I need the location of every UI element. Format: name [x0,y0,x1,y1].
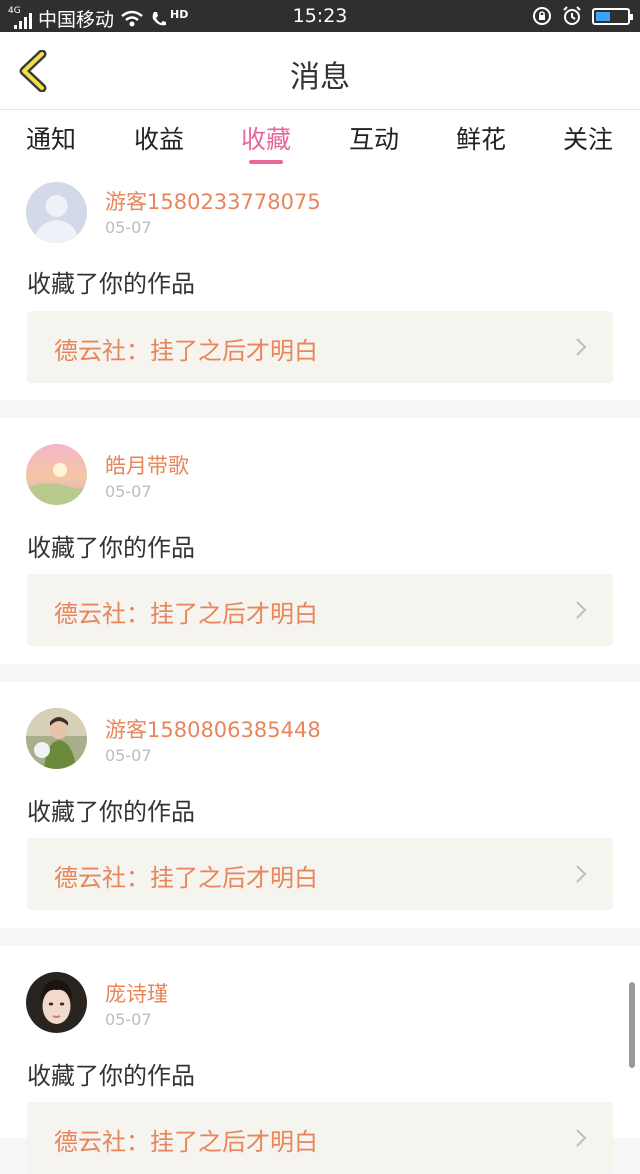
work-link[interactable]: 德云社：挂了之后才明白 [27,311,613,383]
status-bar: 4G 中国移动 HD 15:23 [0,0,640,32]
notification-card: 游客1580806385448 05-07 收藏了你的作品 德云社：挂了之后才明… [0,682,640,928]
action-text: 收藏了你的作品 [27,798,195,826]
person-avatar[interactable] [26,708,87,769]
landscape-avatar[interactable] [26,444,87,505]
alarm-icon [563,6,581,25]
tab-flowers[interactable]: 鲜花 [431,120,531,156]
chevron-right-icon [576,338,587,356]
status-right [532,6,633,26]
notification-date: 05-07 [105,218,152,237]
work-link[interactable]: 德云社：挂了之后才明白 [27,574,613,646]
notification-date: 05-07 [105,482,152,501]
user-name[interactable]: 庞诗瑾 [105,978,168,1008]
notification-card: 庞诗瑾 05-07 收藏了你的作品 德云社：挂了之后才明白 [0,946,640,1174]
page-title: 消息 [290,60,350,95]
work-title: 德云社：挂了之后才明白 [54,1128,318,1156]
user-name[interactable]: 游客1580233778075 [105,186,321,216]
user-name[interactable]: 游客1580806385448 [105,714,321,744]
work-link[interactable]: 德云社：挂了之后才明白 [27,838,613,910]
action-text: 收藏了你的作品 [27,534,195,562]
work-title: 德云社：挂了之后才明白 [54,600,318,628]
chevron-right-icon [576,865,587,883]
action-text: 收藏了你的作品 [27,1062,195,1090]
work-link[interactable]: 德云社：挂了之后才明白 [27,1102,613,1174]
tab-favorites[interactable]: 收藏 [216,120,316,156]
user-name[interactable]: 皓月带歌 [105,450,189,480]
chevron-right-icon [576,601,587,619]
battery-icon [592,7,633,25]
battery-level [596,11,610,21]
tab-earnings[interactable]: 收益 [109,120,209,156]
action-text: 收藏了你的作品 [27,270,195,298]
scrollbar[interactable] [629,982,635,1068]
work-title: 德云社：挂了之后才明白 [54,864,318,892]
tab-follow[interactable]: 关注 [538,120,638,156]
chevron-right-icon [576,1129,587,1147]
notification-date: 05-07 [105,746,152,765]
default-avatar-icon[interactable] [26,182,87,243]
active-tab-indicator [249,160,283,164]
work-title: 德云社：挂了之后才明白 [54,337,318,365]
rotation-lock-icon [533,7,551,25]
notification-card: 皓月带歌 05-07 收藏了你的作品 德云社：挂了之后才明白 [0,418,640,664]
woman-avatar[interactable] [26,972,87,1033]
tab-bar: 通知 收益 收藏 互动 鲜花 关注 [0,110,640,168]
notification-card: 游客1580233778075 05-07 收藏了你的作品 德云社：挂了之后才明… [0,168,640,400]
tab-notice[interactable]: 通知 [1,120,101,156]
notification-date: 05-07 [105,1010,152,1029]
tab-interaction[interactable]: 互动 [324,120,424,156]
nav-header: 消息 [0,32,640,110]
